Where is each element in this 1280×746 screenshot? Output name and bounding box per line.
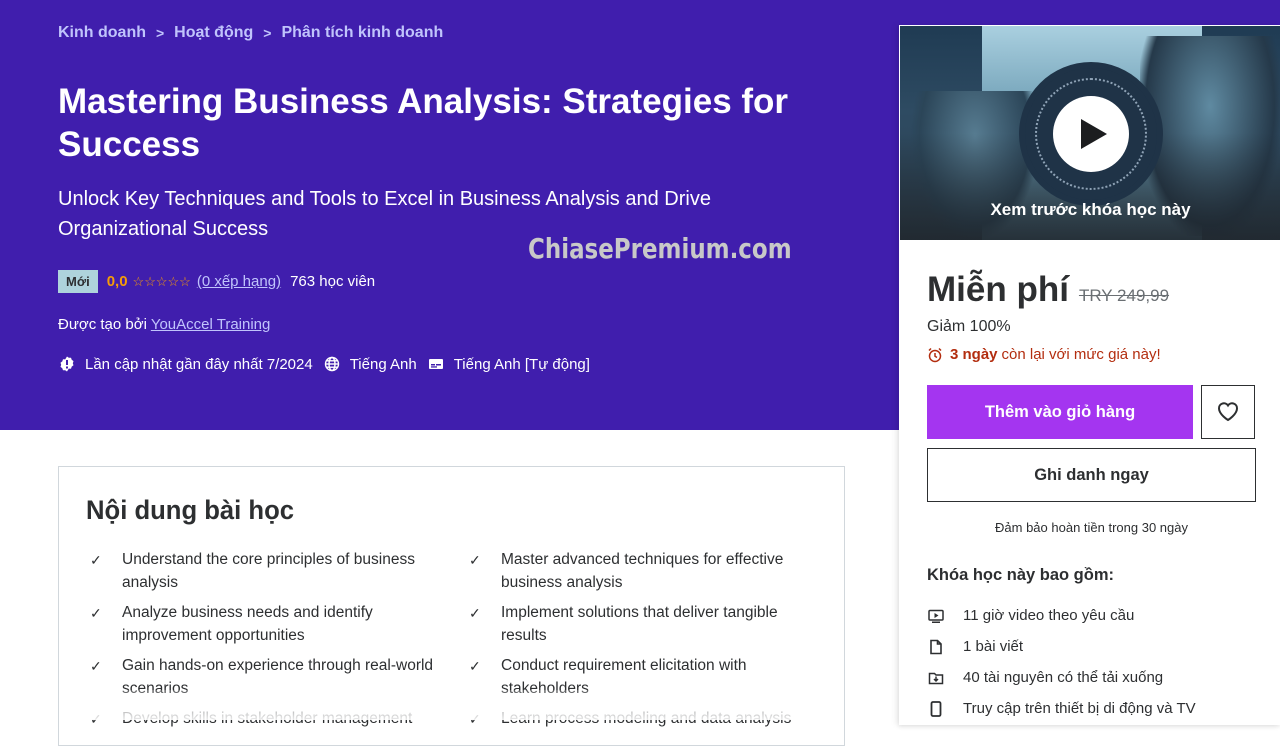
purchase-sidebar: Xem trước khóa học này Miễn phí TRY 249,… bbox=[899, 25, 1280, 725]
captions-text: Tiếng Anh [Tự động] bbox=[453, 355, 590, 373]
includes-title: Khóa học này bao gồm: bbox=[927, 566, 1115, 584]
course-preview-video[interactable]: Xem trước khóa học này bbox=[900, 26, 1280, 240]
alarm-clock-icon bbox=[927, 347, 943, 363]
money-back-guarantee: Đảm bảo hoàn tiền trong 30 ngày bbox=[995, 520, 1188, 535]
price-countdown: 3 ngày còn lại với mức giá này! bbox=[927, 346, 1161, 363]
countdown-text: còn lại với mức giá này! bbox=[1001, 346, 1161, 363]
include-item-mobile: Truy cập trên thiết bị di động và TV bbox=[927, 693, 1196, 724]
file-icon bbox=[927, 638, 945, 656]
include-item-video: 11 giờ video theo yêu cầu bbox=[927, 600, 1196, 631]
includes-list: 11 giờ video theo yêu cầu 1 bài viết 40 … bbox=[927, 600, 1196, 724]
chevron-right-icon: > bbox=[263, 25, 272, 41]
language: Tiếng Anh bbox=[323, 355, 417, 373]
breadcrumb-item-business[interactable]: Kinh doanh bbox=[58, 24, 146, 42]
last-updated-text: Lần cập nhật gần đây nhất 7/2024 bbox=[85, 355, 313, 373]
countdown-days: 3 ngày bbox=[950, 346, 998, 363]
rating-value: 0,0 bbox=[106, 273, 128, 290]
play-icon bbox=[1081, 119, 1107, 149]
created-by-label: Được tạo bởi bbox=[58, 316, 147, 333]
created-by: Được tạo bởi YouAccel Training bbox=[58, 316, 270, 333]
discount-percentage: Giảm 100% bbox=[927, 318, 1011, 335]
chevron-right-icon: > bbox=[155, 25, 165, 41]
include-text: 11 giờ video theo yêu cầu bbox=[963, 607, 1135, 624]
check-icon: ✓ bbox=[90, 552, 102, 568]
original-price: TRY 249,99 bbox=[1078, 286, 1170, 305]
instructor-link[interactable]: YouAccel Training bbox=[151, 316, 271, 333]
alert-badge-icon bbox=[58, 355, 76, 373]
content-fade-overlay bbox=[59, 690, 844, 720]
include-item-resources: 40 tài nguyên có thể tải xuống bbox=[927, 662, 1196, 693]
learn-item: ✓ Understand the core principles of busin… bbox=[86, 549, 465, 594]
closed-captions-icon bbox=[427, 355, 445, 373]
check-icon: ✓ bbox=[469, 552, 481, 568]
rating-count-link[interactable]: (0 xếp hạng) bbox=[197, 273, 281, 290]
what-you-learn-title: Nội dung bài học bbox=[86, 495, 295, 525]
heart-icon bbox=[1216, 400, 1240, 425]
language-text: Tiếng Anh bbox=[349, 355, 417, 373]
captions: Tiếng Anh [Tự động] bbox=[427, 355, 590, 373]
last-updated: Lần cập nhật gần đây nhất 7/2024 bbox=[58, 355, 313, 373]
add-to-cart-button[interactable]: Thêm vào giỏ hàng bbox=[927, 385, 1193, 439]
video-icon bbox=[927, 607, 945, 625]
new-badge: Mới bbox=[58, 270, 98, 293]
course-title: Mastering Business Analysis: Strategies … bbox=[58, 82, 789, 164]
include-item-article: 1 bài viết bbox=[927, 631, 1196, 662]
breadcrumb: Kinh doanh > Hoạt động > Phân tích kinh … bbox=[58, 24, 443, 42]
enroll-now-button[interactable]: Ghi danh ngay bbox=[927, 448, 1256, 502]
student-count: 763 học viên bbox=[290, 273, 376, 290]
rating-row: Mới 0,0 ☆☆☆☆☆ (0 xếp hạng) 763 học viên bbox=[58, 270, 375, 293]
watermark: ChiasePremium.com bbox=[528, 232, 792, 265]
wishlist-button[interactable] bbox=[1201, 385, 1255, 439]
breadcrumb-item-operations[interactable]: Hoạt động bbox=[174, 24, 253, 42]
globe-icon bbox=[323, 355, 341, 373]
learn-item: ✓ Implement solutions that deliver tangib… bbox=[465, 602, 825, 647]
learn-item: ✓ Analyze business needs and identify imp… bbox=[86, 602, 465, 647]
price-row: Miễn phí TRY 249,99 bbox=[927, 270, 1169, 310]
learn-item: ✓ Master advanced techniques for effectiv… bbox=[465, 549, 825, 594]
include-text: 40 tài nguyên có thể tải xuống bbox=[963, 669, 1164, 686]
star-rating-icon: ☆☆☆☆☆ bbox=[132, 273, 191, 289]
course-meta: Lần cập nhật gần đây nhất 7/2024 Tiếng A… bbox=[58, 355, 600, 373]
include-text: 1 bài viết bbox=[963, 638, 1024, 655]
download-folder-icon bbox=[927, 669, 945, 687]
check-icon: ✓ bbox=[90, 605, 102, 621]
breadcrumb-item-business-analysis[interactable]: Phân tích kinh doanh bbox=[281, 24, 443, 42]
preview-label[interactable]: Xem trước khóa học này bbox=[900, 200, 1280, 220]
include-text: Truy cập trên thiết bị di động và TV bbox=[963, 700, 1196, 717]
mobile-icon bbox=[927, 700, 945, 718]
play-button[interactable] bbox=[1053, 96, 1129, 172]
check-icon: ✓ bbox=[469, 605, 481, 621]
current-price: Miễn phí bbox=[927, 270, 1069, 309]
